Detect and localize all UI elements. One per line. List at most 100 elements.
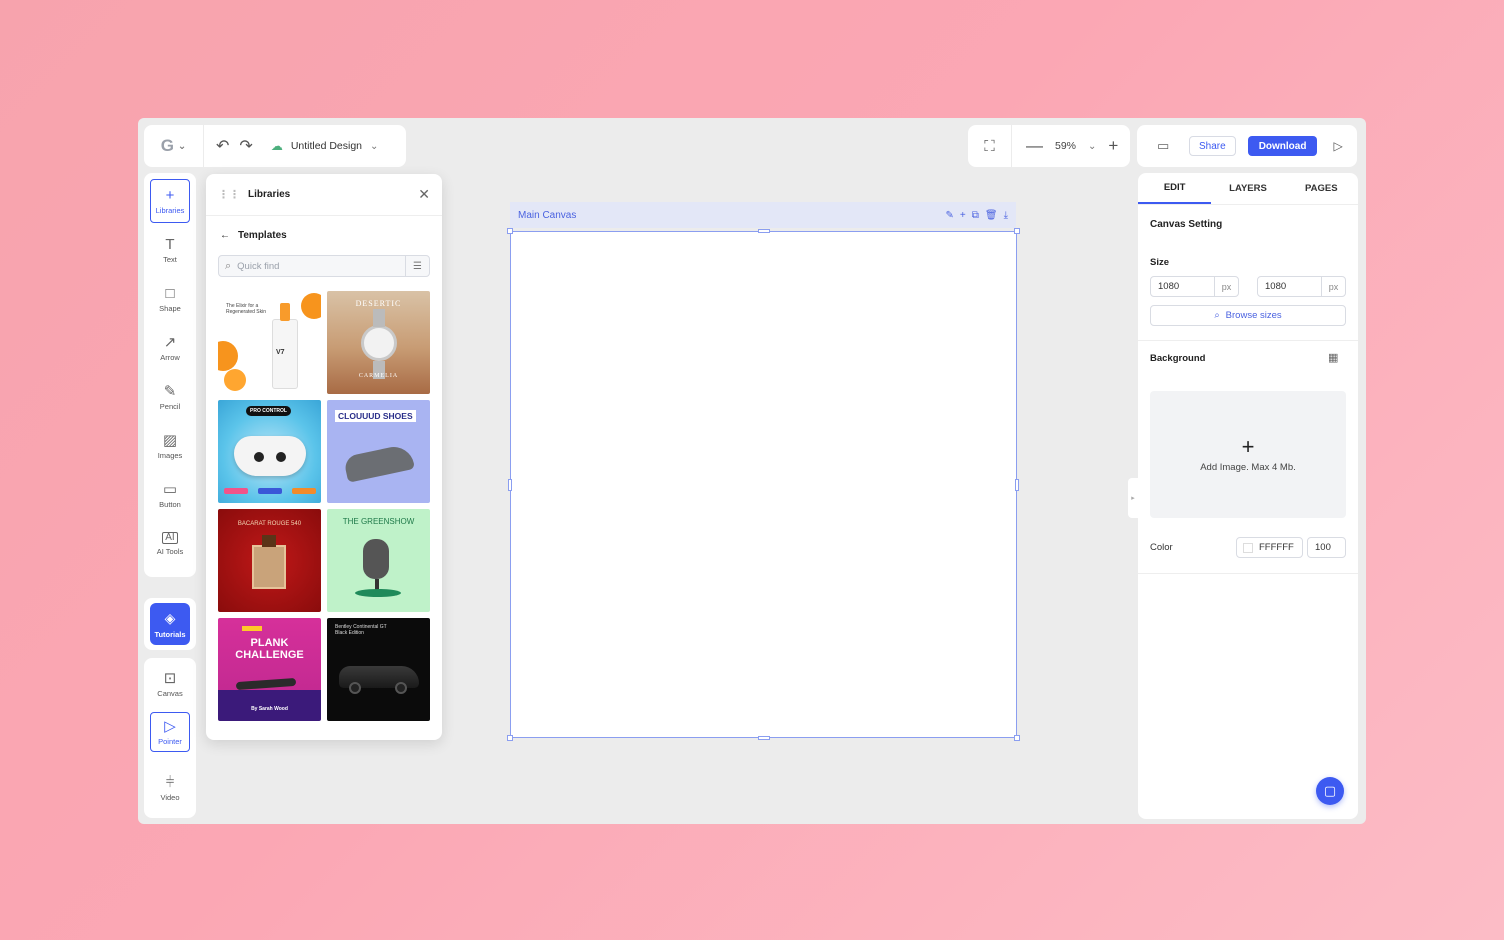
resize-handle[interactable] (508, 479, 512, 491)
tool-pointer[interactable]: ▷ Pointer (150, 712, 190, 752)
search-field[interactable]: ⌕ Quick find ☰ (218, 255, 430, 277)
template-card[interactable]: PLANK CHALLENGE By Sarah Wood (218, 618, 321, 721)
tool-label: Text (163, 254, 177, 264)
tool-arrow[interactable]: ↗ Arrow (150, 326, 190, 370)
template-card[interactable]: THE GREENSHOW (327, 509, 430, 612)
drag-handle-icon[interactable]: ⋮⋮ (218, 188, 240, 201)
templates-back-link[interactable]: ← Templates (206, 216, 442, 241)
shape-icon: □ (165, 284, 175, 302)
tool-text[interactable]: T Text (150, 228, 190, 272)
color-hex-field[interactable]: FFFFFF (1236, 537, 1303, 558)
tutorials-button[interactable]: ◈ Tutorials (150, 603, 190, 645)
tool-button[interactable]: ▭ Button (150, 473, 190, 517)
height-field[interactable]: 1080 px (1257, 276, 1346, 297)
panel-tabs: EDIT LAYERS PAGES (1138, 173, 1358, 205)
opacity-field[interactable]: 100 (1307, 537, 1346, 558)
undo-icon[interactable]: ↶ (216, 136, 229, 156)
template-card[interactable]: The Elixir for a Regenerated Skin V7 (218, 291, 321, 394)
width-value: 1080 (1158, 281, 1180, 292)
canvas-icon: ⊡ (163, 669, 177, 687)
tutorials-panel: ◈ Tutorials (144, 598, 196, 650)
design-title-menu[interactable]: ☁ Untitled Design ⌄ (271, 139, 379, 153)
share-button[interactable]: Share (1189, 136, 1236, 156)
tool-label: AI Tools (156, 547, 184, 556)
browse-sizes-button[interactable]: ⌕ Browse sizes (1150, 305, 1346, 326)
add-image-dropzone[interactable]: + Add Image. Max 4 Mb. (1150, 391, 1346, 518)
zoom-controls: ⛶ — 59% ⌄ + (968, 125, 1130, 167)
width-field[interactable]: 1080 px (1150, 276, 1239, 297)
background-label: Background (1150, 353, 1206, 364)
tab-edit[interactable]: EDIT (1138, 173, 1212, 204)
image-icon: ▨ (162, 431, 178, 449)
zoom-in-icon[interactable]: + (1108, 136, 1118, 156)
tool-video[interactable]: ⫩ Video (150, 766, 190, 810)
library-title: Libraries (248, 189, 291, 200)
search-placeholder: Quick find (237, 260, 280, 272)
transparency-grid-icon[interactable]: ▦ (1328, 351, 1338, 364)
tool-canvas[interactable]: ⊡ Canvas (150, 662, 190, 706)
play-icon[interactable]: ▷ (1333, 139, 1342, 153)
brand-logo-menu[interactable]: G ⌄ (144, 125, 204, 167)
chevron-down-icon: ⌄ (177, 140, 187, 152)
canvas-setting-heading: Canvas Setting (1150, 219, 1223, 230)
tutorials-label: Tutorials (154, 629, 186, 639)
add-icon[interactable]: + (960, 210, 966, 221)
chevron-down-icon[interactable]: ⌄ (1088, 141, 1096, 152)
zoom-level[interactable]: 59% (1055, 140, 1076, 152)
library-panel: ⋮⋮ Libraries ✕ ← Templates ⌕ Quick find … (206, 174, 442, 740)
opacity-value: 100 (1315, 542, 1331, 553)
tool-libraries[interactable]: + Libraries (150, 179, 190, 223)
tab-layers[interactable]: LAYERS (1211, 173, 1284, 204)
template-card[interactable]: BACARAT ROUGE 540 (218, 509, 321, 612)
template-caption: Bentley Continental GT Black Edition (335, 624, 387, 636)
browse-sizes-label: Browse sizes (1225, 310, 1282, 321)
color-hex-value: FFFFFF (1259, 542, 1294, 553)
delete-icon[interactable]: 🗑 (985, 210, 998, 221)
tool-label: Canvas (157, 688, 183, 698)
resize-handle[interactable] (507, 735, 513, 741)
edit-icon[interactable]: ✎ (946, 210, 954, 221)
close-icon[interactable]: ✕ (418, 186, 430, 203)
pointer-icon: ▷ (164, 717, 176, 735)
fit-screen-icon[interactable]: ⛶ (968, 125, 1012, 167)
download-icon[interactable]: ⤓ (1004, 210, 1008, 221)
tool-sidebar: + Libraries T Text □ Shape ↗ Arrow ✎ Pen… (144, 173, 196, 577)
template-caption: The Elixir for a Regenerated Skin (226, 303, 267, 315)
template-card[interactable]: DESERTIC CARMELIA (327, 291, 430, 394)
tool-pencil[interactable]: ✎ Pencil (150, 375, 190, 419)
template-card[interactable]: Bentley Continental GT Black Edition (327, 618, 430, 721)
tab-pages[interactable]: PAGES (1285, 173, 1358, 204)
download-button[interactable]: Download (1247, 136, 1318, 156)
color-swatch[interactable] (1243, 542, 1253, 553)
duplicate-icon[interactable]: ⧉ (972, 210, 979, 221)
design-title: Untitled Design (290, 140, 363, 152)
resize-handle[interactable] (1014, 228, 1020, 234)
resize-handle[interactable] (758, 736, 770, 740)
resize-handle[interactable] (758, 229, 770, 233)
video-icon: ⫩ (165, 773, 175, 791)
resize-handle[interactable] (507, 228, 513, 234)
collapse-panel-toggle[interactable]: ▸ (1128, 478, 1138, 518)
size-label: Size (1150, 257, 1170, 268)
template-card[interactable]: PRO CONTROL (218, 400, 321, 503)
layers-icon: ◈ (164, 609, 176, 626)
tool-label: Pointer (158, 736, 182, 746)
filter-icon[interactable]: ☰ (405, 256, 429, 276)
main-canvas[interactable] (507, 228, 1020, 741)
resize-handle[interactable] (1014, 735, 1020, 741)
template-caption: THE GREENSHOW (342, 517, 415, 526)
comment-icon[interactable]: ▭ (1157, 138, 1177, 154)
resize-handle[interactable] (1015, 479, 1019, 491)
tool-images[interactable]: ▨ Images (150, 424, 190, 468)
bottom-tool-sidebar: ⊡ Canvas ▷ Pointer ⫩ Video (144, 658, 196, 818)
template-caption: PRO CONTROL (246, 406, 291, 416)
chat-support-button[interactable]: ▢ (1316, 777, 1344, 805)
canvas-label: Main Canvas (518, 209, 577, 221)
template-card[interactable]: CLOUUUD SHOES (327, 400, 430, 503)
tool-shape[interactable]: □ Shape (150, 277, 190, 321)
redo-icon[interactable]: ↷ (239, 136, 252, 156)
divider (1138, 573, 1358, 574)
button-icon: ▭ (162, 480, 178, 498)
zoom-out-icon[interactable]: — (1026, 136, 1043, 156)
tool-ai-tools[interactable]: AI AI Tools (150, 522, 190, 566)
